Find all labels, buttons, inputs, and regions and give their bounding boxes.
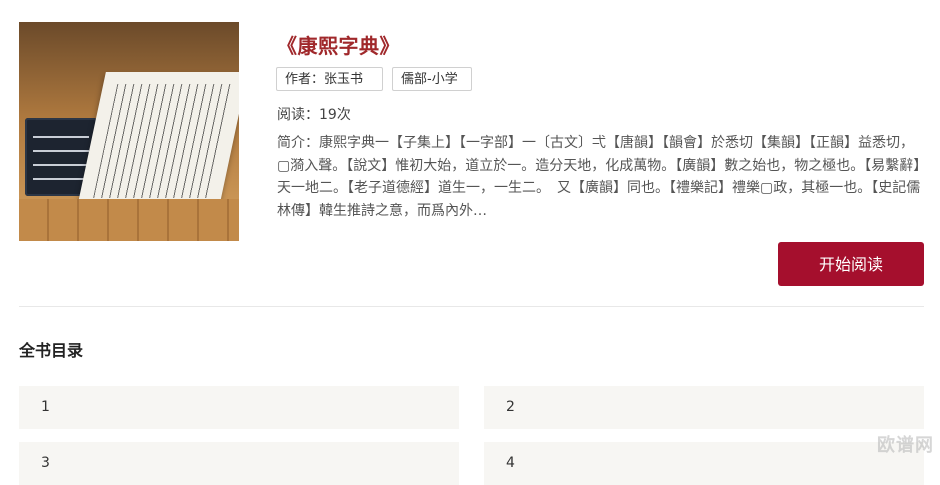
author-tag[interactable]: 作者：张玉书: [276, 67, 383, 91]
start-reading-button[interactable]: 开始阅读: [778, 242, 924, 286]
book-intro: 简介：康熙字典一【子集上】【一字部】一〔古文〕弌【唐韻】【韻會】於悉切【集韻】【…: [277, 135, 921, 219]
toc-item[interactable]: 2: [484, 386, 924, 429]
toc-item[interactable]: 3: [19, 442, 459, 485]
section-divider: [19, 306, 924, 307]
toc-item[interactable]: 4: [484, 442, 924, 485]
site-watermark: 欧谱网: [877, 435, 934, 456]
book-cover-image[interactable]: [19, 22, 239, 241]
toc-item[interactable]: 1: [19, 386, 459, 429]
read-count: 阅读：19次: [277, 107, 351, 123]
category-tag[interactable]: 儒部-小学: [392, 67, 472, 91]
book-title[interactable]: 《康熙字典》: [277, 30, 400, 59]
toc-heading: 全书目录: [19, 341, 84, 360]
wooden-surface: [19, 199, 239, 241]
open-book: [76, 72, 239, 212]
